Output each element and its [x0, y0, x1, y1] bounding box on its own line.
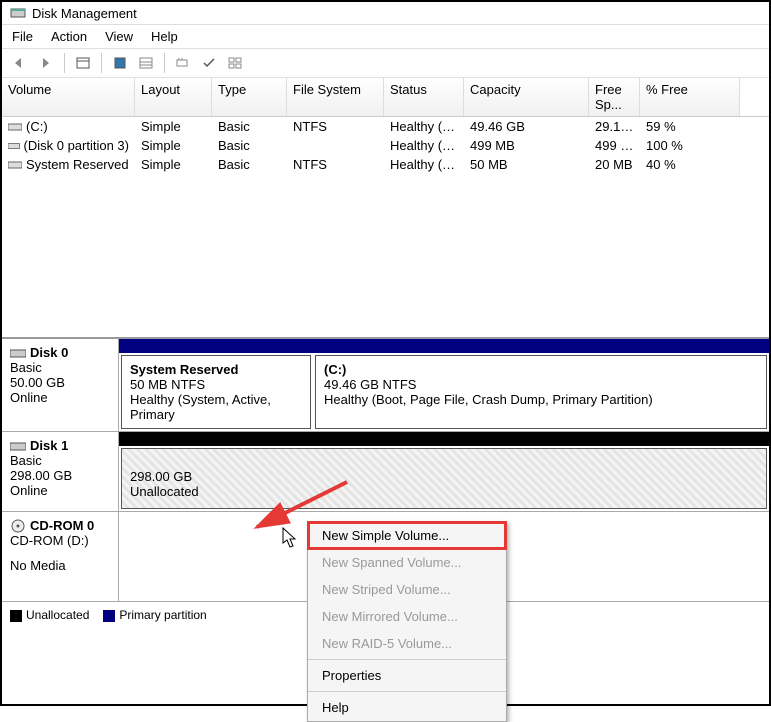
menu-new-spanned-volume: New Spanned Volume...: [308, 549, 506, 576]
forward-button[interactable]: [34, 52, 58, 74]
menu-new-mirrored-volume: New Mirrored Volume...: [308, 603, 506, 630]
disk-header-stripe: [119, 432, 769, 446]
menu-new-simple-volume[interactable]: New Simple Volume...: [308, 522, 506, 549]
menu-file[interactable]: File: [12, 29, 33, 44]
toolbar-settings-button[interactable]: [171, 52, 195, 74]
volume-list[interactable]: Volume Layout Type File System Status Ca…: [2, 78, 769, 338]
legend-swatch-unallocated: [10, 610, 22, 622]
menu-help[interactable]: Help: [308, 694, 506, 721]
volume-icon: [8, 141, 20, 151]
col-type[interactable]: Type: [212, 78, 287, 116]
context-menu: New Simple Volume... New Spanned Volume.…: [307, 521, 507, 722]
menu-new-raid5-volume: New RAID-5 Volume...: [308, 630, 506, 657]
toolbar-separator: [64, 53, 65, 73]
title-bar: Disk Management: [2, 2, 769, 25]
partition-c[interactable]: (C:) 49.46 GB NTFS Healthy (Boot, Page F…: [315, 355, 767, 429]
volume-header: Volume Layout Type File System Status Ca…: [2, 78, 769, 117]
cursor-icon: [282, 527, 300, 549]
toolbar-list-button[interactable]: [134, 52, 158, 74]
toolbar-view-button[interactable]: [71, 52, 95, 74]
disk-row: Disk 1 Basic 298.00 GB Online 298.00 GB …: [2, 432, 769, 512]
col-capacity[interactable]: Capacity: [464, 78, 589, 116]
toolbar-separator: [101, 53, 102, 73]
partition-unallocated[interactable]: 298.00 GB Unallocated: [121, 448, 767, 509]
menu-separator: [308, 659, 506, 660]
toolbar-grid-button[interactable]: [223, 52, 247, 74]
cdrom-icon: [10, 519, 26, 533]
toolbar-refresh-button[interactable]: [108, 52, 132, 74]
toolbar: [2, 48, 769, 78]
menu-properties[interactable]: Properties: [308, 662, 506, 689]
menu-bar: File Action View Help: [2, 25, 769, 48]
col-status[interactable]: Status: [384, 78, 464, 116]
menu-view[interactable]: View: [105, 29, 133, 44]
col-pct[interactable]: % Free: [640, 78, 740, 116]
app-icon: [10, 5, 26, 21]
disk-label[interactable]: Disk 1 Basic 298.00 GB Online: [2, 432, 119, 511]
volume-icon: [8, 122, 22, 132]
volume-row[interactable]: (Disk 0 partition 3) Simple Basic Health…: [2, 136, 769, 155]
partition-system-reserved[interactable]: System Reserved 50 MB NTFS Healthy (Syst…: [121, 355, 311, 429]
col-filesystem[interactable]: File System: [287, 78, 384, 116]
disk-icon: [10, 347, 26, 359]
toolbar-separator: [164, 53, 165, 73]
disk-row: Disk 0 Basic 50.00 GB Online System Rese…: [2, 339, 769, 432]
disk-icon: [10, 440, 26, 452]
volume-row[interactable]: System Reserved Simple Basic NTFS Health…: [2, 155, 769, 174]
toolbar-check-button[interactable]: [197, 52, 221, 74]
col-volume[interactable]: Volume: [2, 78, 135, 116]
legend-swatch-primary: [103, 610, 115, 622]
title-text: Disk Management: [32, 6, 137, 21]
menu-separator: [308, 691, 506, 692]
disk-header-stripe: [119, 339, 769, 353]
volume-row[interactable]: (C:) Simple Basic NTFS Healthy (B... 49.…: [2, 117, 769, 136]
menu-new-striped-volume: New Striped Volume...: [308, 576, 506, 603]
disk-label[interactable]: CD-ROM 0 CD-ROM (D:) No Media: [2, 512, 119, 601]
menu-action[interactable]: Action: [51, 29, 87, 44]
col-layout[interactable]: Layout: [135, 78, 212, 116]
disk-label[interactable]: Disk 0 Basic 50.00 GB Online: [2, 339, 119, 431]
menu-help[interactable]: Help: [151, 29, 178, 44]
back-button[interactable]: [8, 52, 32, 74]
volume-icon: [8, 160, 22, 170]
col-free[interactable]: Free Sp...: [589, 78, 640, 116]
